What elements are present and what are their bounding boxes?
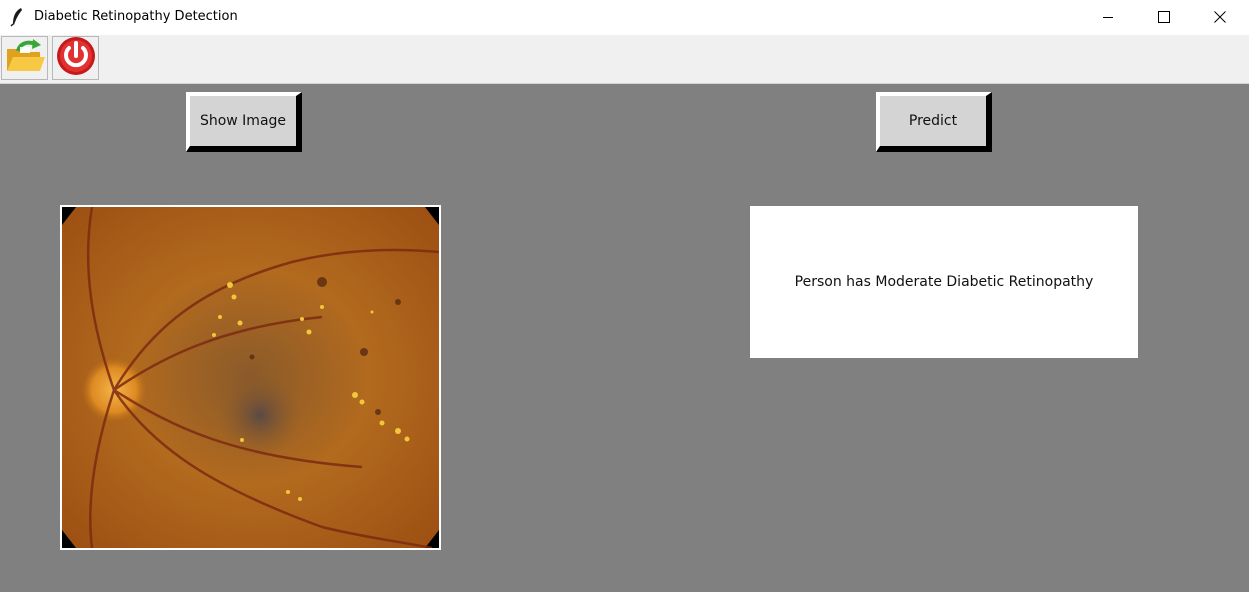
- toolbar: [0, 35, 1249, 84]
- title-bar: Diabetic Retinopathy Detection: [0, 0, 1249, 35]
- prediction-result-text: Person has Moderate Diabetic Retinopathy: [794, 274, 1094, 290]
- power-icon: [55, 36, 97, 80]
- window-title: Diabetic Retinopathy Detection: [34, 9, 238, 24]
- maximize-icon: [1158, 8, 1170, 27]
- close-button[interactable]: [1197, 0, 1243, 35]
- power-button[interactable]: [52, 36, 99, 80]
- prediction-result: Person has Moderate Diabetic Retinopathy: [750, 206, 1138, 358]
- close-icon: [1214, 8, 1226, 27]
- minimize-button[interactable]: [1085, 0, 1131, 35]
- maximize-button[interactable]: [1141, 0, 1187, 35]
- retina-fundus-image: [62, 206, 440, 550]
- open-folder-icon: [4, 37, 46, 79]
- minimize-icon: [1102, 8, 1114, 27]
- show-image-button[interactable]: Show Image: [186, 92, 302, 152]
- predict-button[interactable]: Predict: [876, 92, 992, 152]
- open-folder-button[interactable]: [1, 36, 48, 80]
- retina-image-panel: [60, 205, 441, 550]
- feather-icon: [9, 7, 25, 27]
